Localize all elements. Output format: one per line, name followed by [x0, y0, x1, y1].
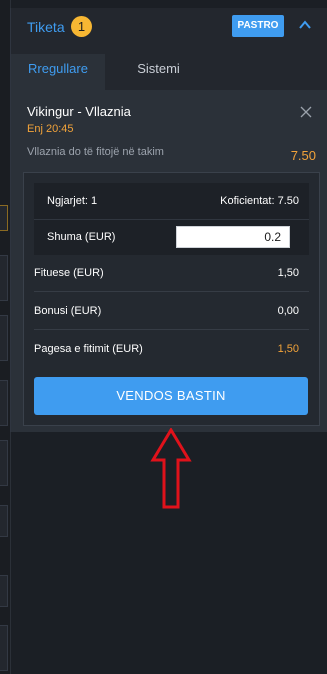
betslip-content: Vikingur - Vllaznia Enj 20:45 Vllaznia d…	[11, 90, 327, 432]
stake-label: Shuma (EUR)	[47, 231, 116, 243]
payout-row: Pagesa e fitimit (EUR) 1,50	[34, 331, 309, 367]
betslip-title: Tiketa	[27, 19, 65, 35]
events-row: Ngjarjet: 1 Koficientat: 7.50	[34, 183, 309, 220]
betslip-tabs: Rregullare Sistemi	[11, 54, 327, 90]
tab-single[interactable]: Rregullare	[11, 54, 105, 90]
background-block	[0, 255, 8, 301]
place-bet-button[interactable]: VENDOS BASTIN	[34, 377, 308, 415]
win-value: 1,50	[277, 267, 299, 279]
bonus-row: Bonusi (EUR) 0,00	[34, 293, 309, 330]
background-block	[0, 625, 8, 671]
background-block	[0, 440, 8, 486]
background-block	[0, 380, 8, 426]
win-row: Fituese (EUR) 1,50	[34, 255, 309, 292]
stake-row: Shuma (EUR) 0.2	[34, 220, 309, 255]
chevron-up-icon[interactable]	[298, 18, 312, 32]
stake-input[interactable]: 0.2	[176, 226, 290, 248]
background-block	[0, 205, 8, 231]
clear-button[interactable]: PASTRO	[232, 15, 284, 37]
red-arrow-annotation	[150, 428, 192, 509]
payout-value: 1,50	[277, 343, 299, 355]
selection-odds: 7.50	[290, 148, 316, 163]
selection-count-badge: 1	[71, 16, 92, 37]
total-odds: Koficientat: 7.50	[220, 195, 299, 207]
win-label: Fituese (EUR)	[34, 267, 104, 279]
tab-system[interactable]: Sistemi	[111, 54, 206, 90]
selection-text: Vllaznia do të fitojë në takim	[27, 146, 164, 158]
match-time: Enj 20:45	[27, 123, 74, 135]
bonus-label: Bonusi (EUR)	[34, 305, 102, 317]
betslip-header: Tiketa 1 PASTRO	[11, 8, 327, 46]
events-count: Ngjarjet: 1	[47, 195, 98, 207]
stake-rows: Ngjarjet: 1 Koficientat: 7.50 Shuma (EUR…	[34, 183, 309, 255]
stake-summary-box: Ngjarjet: 1 Koficientat: 7.50 Shuma (EUR…	[23, 172, 320, 426]
background-block	[0, 575, 8, 607]
background-block	[0, 315, 8, 361]
background-block	[0, 505, 8, 537]
bonus-value: 0,00	[277, 305, 299, 317]
close-icon[interactable]	[300, 106, 312, 118]
match-title: Vikingur - Vllaznia	[27, 104, 131, 119]
betslip-panel: Tiketa 1 PASTRO Rregullare Sistemi Vikin…	[10, 8, 327, 432]
payout-label: Pagesa e fitimit (EUR)	[34, 343, 143, 355]
